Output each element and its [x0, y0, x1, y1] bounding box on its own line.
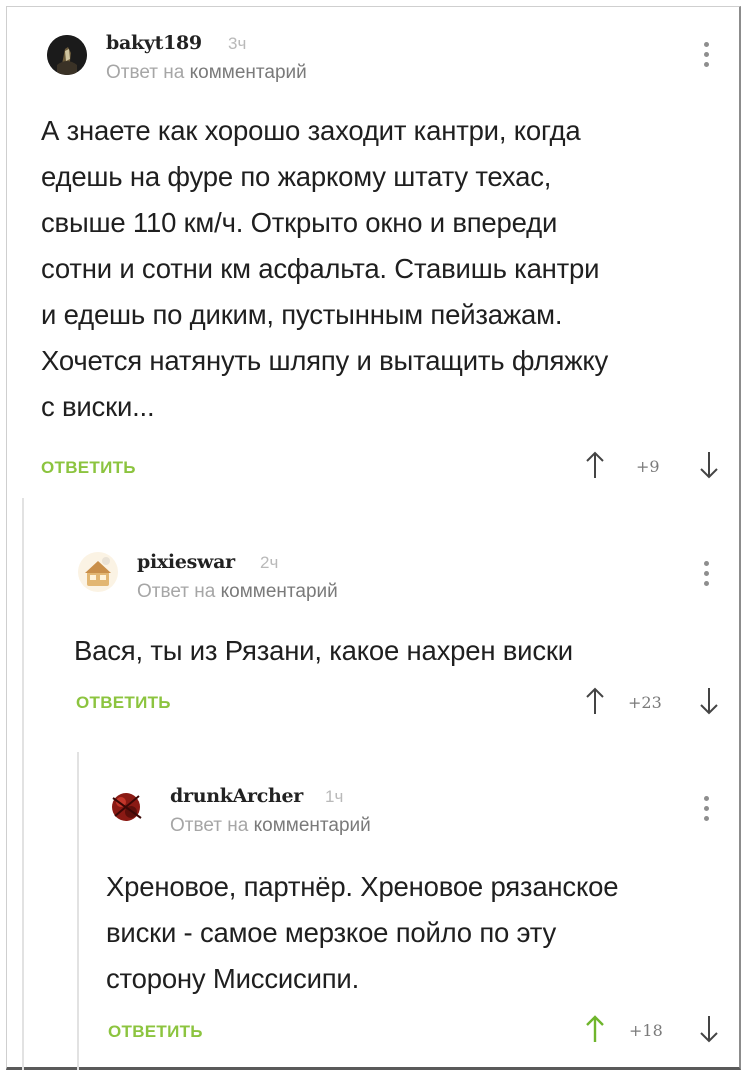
avatar[interactable]: [107, 786, 147, 826]
thread-line-level-2: [77, 752, 79, 1070]
reply-to-meta: Ответ на комментарий: [137, 581, 338, 603]
reply-to-link[interactable]: комментарий: [254, 815, 371, 836]
arrow-up-icon[interactable]: [584, 450, 606, 480]
reply-button[interactable]: ОТВЕТИТЬ: [41, 458, 136, 478]
reply-to-prefix: Ответ на: [106, 62, 185, 83]
comment-line: с виски...: [41, 391, 155, 422]
arrow-down-icon[interactable]: [698, 686, 720, 716]
more-vertical-icon[interactable]: [702, 796, 710, 826]
reply-to-link[interactable]: комментарий: [221, 581, 338, 602]
comment-line: сотни и сотни км асфальта. Ставишь кантр…: [41, 253, 600, 284]
arrow-down-icon[interactable]: [698, 450, 720, 480]
more-vertical-icon[interactable]: [702, 42, 710, 72]
arrow-up-icon[interactable]: [584, 1014, 606, 1044]
reply-to-prefix: Ответ на: [170, 815, 249, 836]
comment-line: виски - самое мерзкое пойло по эту: [106, 917, 557, 948]
comment-body: Хреновое, партнёр. Хреновое рязанское ви…: [106, 864, 736, 1002]
vote-score: +18: [629, 1021, 663, 1040]
avatar[interactable]: [47, 35, 87, 75]
reply-to-meta: Ответ на комментарий: [106, 62, 307, 84]
comment-line: и едешь по диким, пустынным пейзажам.: [41, 299, 563, 330]
thread-line-level-1: [22, 498, 24, 1070]
comment-body: А знаете как хорошо заходит кантри, когд…: [41, 108, 731, 430]
timestamp: 1ч: [325, 787, 344, 806]
more-vertical-icon[interactable]: [702, 561, 710, 591]
reply-to-link[interactable]: комментарий: [190, 62, 307, 83]
comment-line: сторону Миссисипи.: [106, 963, 360, 994]
reply-button[interactable]: ОТВЕТИТЬ: [108, 1022, 203, 1042]
timestamp: 2ч: [260, 553, 279, 572]
username[interactable]: pixieswar: [137, 551, 235, 573]
comment-line: едешь на фуре по жаркому штату техас,: [41, 161, 552, 192]
reply-button[interactable]: ОТВЕТИТЬ: [76, 693, 171, 713]
arrow-up-icon[interactable]: [584, 686, 606, 716]
reply-to-meta: Ответ на комментарий: [170, 815, 371, 837]
vote-score: +9: [636, 457, 660, 476]
comment-line: Хочется натянуть шляпу и вытащить фляжку: [41, 345, 609, 376]
comment-line: А знаете как хорошо заходит кантри, когд…: [41, 115, 581, 146]
reply-to-prefix: Ответ на: [137, 581, 216, 602]
comment-line: Хреновое, партнёр. Хреновое рязанское: [106, 871, 619, 902]
vote-score: +23: [628, 693, 662, 712]
timestamp: 3ч: [228, 34, 247, 53]
comment-line: свыше 110 км/ч. Открыто окно и впереди: [41, 207, 558, 238]
comment-line: Вася, ты из Рязани, какое нахрен виски: [74, 635, 573, 666]
username[interactable]: bakyt189: [106, 32, 202, 54]
avatar[interactable]: [78, 552, 118, 592]
username[interactable]: drunkArcher: [170, 785, 303, 807]
arrow-down-icon[interactable]: [698, 1014, 720, 1044]
comment-body: Вася, ты из Рязани, какое нахрен виски: [74, 628, 734, 674]
